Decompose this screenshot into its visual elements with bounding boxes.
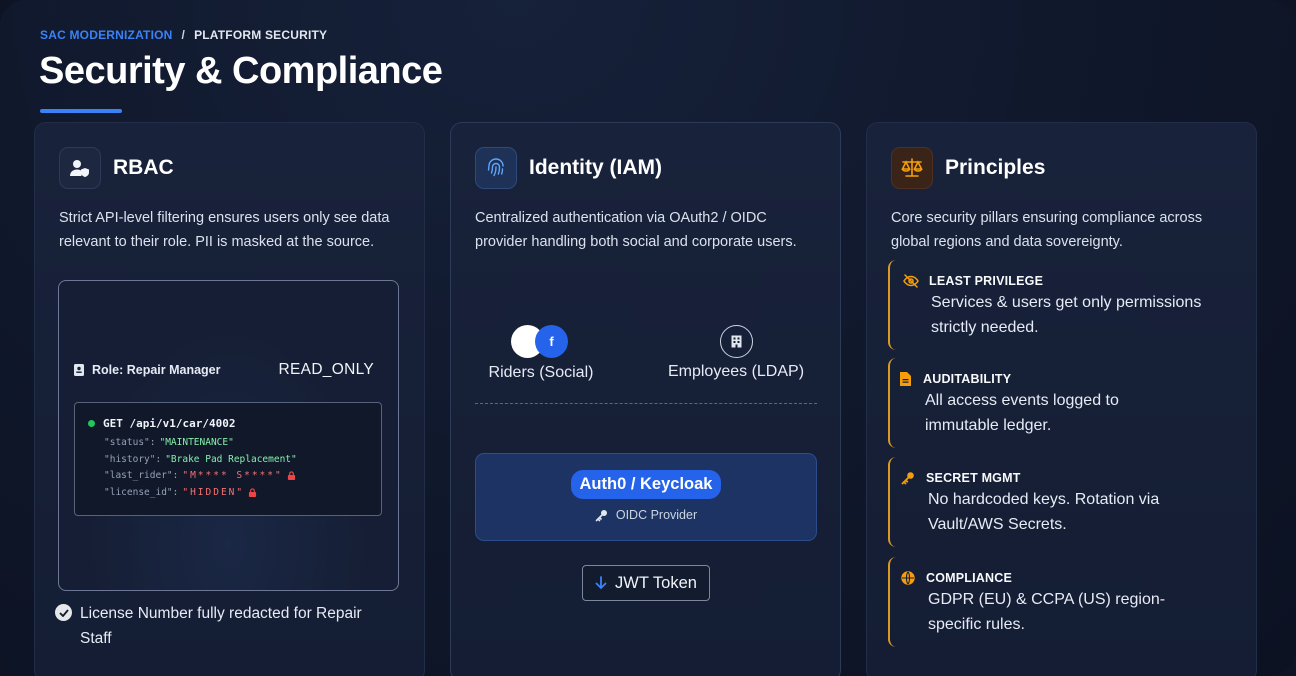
field-value: "Brake Pad Replacement" — [165, 454, 297, 465]
field-value-redacted: "HIDDEN" — [182, 487, 245, 498]
breadcrumb-section[interactable]: SAC MODERNIZATION — [40, 28, 173, 42]
principle-header: SECRET MGMT — [899, 469, 1238, 487]
id-badge-icon — [74, 364, 84, 376]
file-icon — [896, 370, 914, 388]
principle-body: All access events logged to immutable le… — [925, 392, 1119, 434]
building-icon — [719, 325, 753, 358]
lock-icon — [249, 488, 257, 497]
principles-title: Principles — [945, 156, 1046, 179]
breadcrumb-current: PLATFORM SECURITY — [194, 28, 328, 42]
principles-description: Core security pillars ensuring complianc… — [891, 210, 1203, 250]
role-row: Role: Repair Manager READ_ONLY — [74, 361, 374, 379]
principle-body: No hardcoded keys. Rotation via Vault/AW… — [928, 491, 1160, 533]
breadcrumb: SAC MODERNIZATION / PLATFORM SECURITY — [40, 28, 327, 42]
principle-compliance: COMPLIANCE GDPR (EU) & CCPA (US) region-… — [888, 557, 1238, 647]
field-value: "MAINTENANCE" — [159, 437, 234, 448]
slide-frame: SAC MODERNIZATION / PLATFORM SECURITY Se… — [0, 0, 1296, 676]
title-underline — [40, 109, 122, 113]
api-request-line: GET /api/v1/car/4002 — [103, 417, 236, 430]
principle-body: GDPR (EU) & CCPA (US) region-specific ru… — [928, 591, 1166, 633]
rbac-card: RBAC Strict API-level filtering ensures … — [34, 122, 425, 676]
key-icon — [595, 509, 607, 521]
principles-card: Principles Core security pillars ensurin… — [866, 122, 1257, 676]
key-icon — [899, 469, 917, 487]
iam-description: Centralized authentication via OAuth2 / … — [475, 210, 797, 250]
role-name: Role: Repair Manager — [74, 363, 221, 377]
social-label: Riders (Social) — [488, 364, 594, 381]
redaction-note-text: License Number fully redacted for Repair… — [80, 605, 362, 647]
scales-icon — [891, 147, 933, 189]
field-license-id: "license_id": "HIDDEN" — [104, 487, 257, 498]
principle-secret-mgmt: SECRET MGMT No hardcoded keys. Rotation … — [888, 457, 1238, 547]
field-history: "history": "Brake Pad Replacement" — [104, 454, 297, 465]
redaction-note: License Number fully redacted for Repair… — [55, 601, 380, 651]
principle-header: LEAST PRIVILEGE — [902, 272, 1238, 290]
rbac-header: RBAC — [59, 147, 174, 189]
principle-auditability: AUDITABILITY All access events logged to… — [888, 358, 1238, 448]
user-shield-icon — [59, 147, 101, 189]
rbac-description: Strict API-level filtering ensures users… — [59, 210, 390, 250]
status-dot — [88, 420, 95, 427]
api-request: GET /api/v1/car/4002 — [88, 417, 235, 430]
principles-header: Principles — [891, 147, 1045, 189]
arrow-down-icon — [595, 576, 607, 590]
jwt-label: JWT Token — [615, 573, 697, 592]
lock-icon — [287, 471, 295, 480]
iam-title: Identity (IAM) — [529, 156, 662, 179]
iam-header: Identity (IAM) — [475, 147, 662, 189]
fingerprint-icon — [475, 147, 517, 189]
principle-title: LEAST PRIVILEGE — [929, 274, 1044, 288]
field-key: "license_id": — [104, 487, 179, 498]
ldap-label: Employees (LDAP) — [667, 363, 805, 380]
principle-least-privilege: LEAST PRIVILEGE Services & users get onl… — [888, 260, 1238, 350]
breadcrumb-separator: / — [181, 28, 186, 42]
oidc-provider-box: Auth0 / Keycloak OIDC Provider — [475, 453, 817, 541]
iam-card: Identity (IAM) Centralized authenticatio… — [450, 122, 841, 676]
field-last-rider: "last_rider": "M**** S****" — [104, 470, 296, 481]
field-key: "last_rider": — [104, 470, 179, 481]
globe-icon — [899, 569, 917, 587]
social-source: f Riders (Social) — [471, 323, 611, 382]
principle-body: Services & users get only permissions st… — [931, 294, 1202, 336]
principle-title: COMPLIANCE — [926, 571, 1013, 585]
role-panel: Role: Repair Manager READ_ONLY GET /api/… — [58, 280, 399, 591]
jwt-token-badge: JWT Token — [582, 565, 710, 601]
provider-name: Auth0 / Keycloak — [570, 470, 722, 499]
provider-type-label: OIDC Provider — [615, 508, 698, 522]
divider — [475, 403, 817, 404]
principle-header: AUDITABILITY — [896, 370, 1238, 388]
ldap-source: Employees (LDAP) — [656, 323, 816, 381]
check-circle-icon — [55, 604, 72, 621]
facebook-icon: f — [535, 325, 568, 358]
principle-header: COMPLIANCE — [899, 569, 1238, 587]
role-permission: READ_ONLY — [278, 361, 374, 378]
field-key: "status": — [104, 437, 156, 448]
principle-title: SECRET MGMT — [926, 471, 1021, 485]
social-icons: f — [511, 323, 571, 359]
principle-title: AUDITABILITY — [923, 372, 1012, 386]
page-title: Security & Compliance — [39, 50, 443, 92]
provider-type: OIDC Provider — [595, 508, 697, 522]
field-value-redacted: "M**** S****" — [182, 470, 283, 481]
field-status: "status": "MAINTENANCE" — [104, 437, 234, 448]
api-response-box: GET /api/v1/car/4002 "status": "MAINTENA… — [74, 402, 382, 516]
field-key: "history": — [104, 454, 162, 465]
rbac-title: RBAC — [113, 156, 174, 179]
eye-slash-icon — [902, 272, 920, 290]
role-label: Role: Repair Manager — [92, 363, 221, 377]
